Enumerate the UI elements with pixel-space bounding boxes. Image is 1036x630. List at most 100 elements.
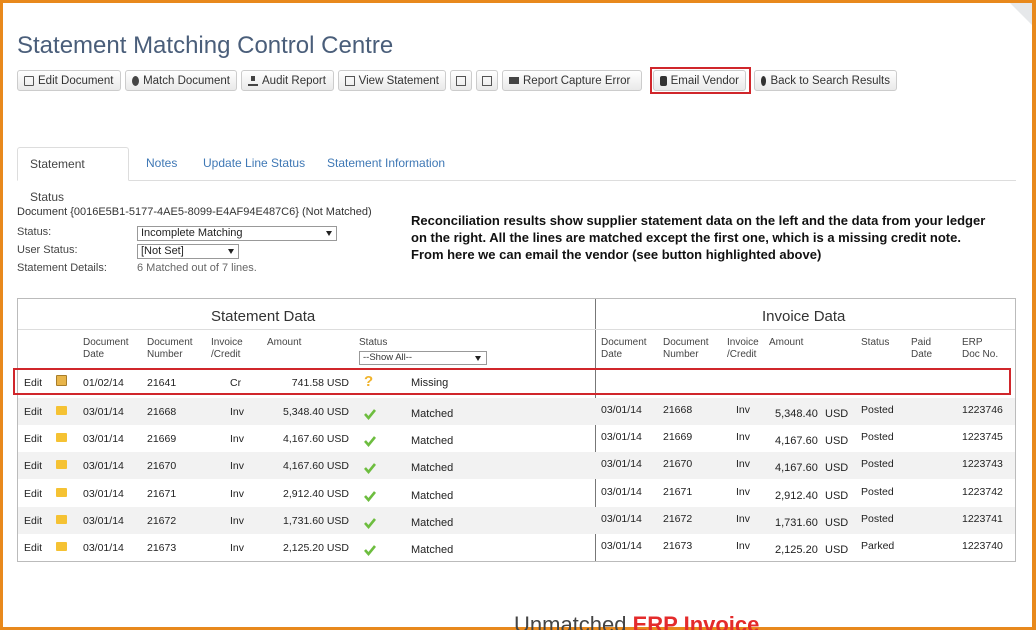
download-icon	[248, 75, 258, 86]
folder-icon[interactable]	[56, 433, 67, 442]
check-icon	[364, 518, 376, 529]
inv-inv-credit: Inv	[736, 431, 751, 443]
tab-statement-information[interactable]: Statement Information	[315, 147, 457, 181]
user-status-label: User Status:	[17, 244, 78, 256]
edit-document-button[interactable]: Edit Document	[17, 70, 121, 91]
status-text: Matched	[411, 462, 454, 474]
inv-amount: 2,125.20	[775, 544, 818, 556]
footer-caption-part1: Unmatched	[514, 612, 633, 630]
inv-inv-credit: Inv	[736, 513, 751, 525]
doc-date: 03/01/14	[83, 460, 124, 472]
user-status-select[interactable]: [Not Set]	[137, 244, 239, 259]
report-capture-error-button[interactable]: Report Capture Error	[502, 70, 642, 91]
inv-header-doc-number-line2: Number	[663, 349, 699, 360]
doc-date: 03/01/14	[83, 542, 124, 554]
inv-header-status: Status	[861, 337, 890, 348]
inv-header-inv-credit-line1: Invoice	[727, 337, 759, 348]
doc-number: 21670	[147, 460, 177, 472]
edit-link[interactable]: Edit	[24, 433, 42, 445]
status-label: Status:	[17, 226, 52, 238]
match-document-button[interactable]: Match Document	[125, 70, 237, 91]
edit-link[interactable]: Edit	[24, 515, 42, 527]
status-text: Matched	[411, 435, 454, 447]
back-to-search-label: Back to Search Results	[770, 74, 890, 87]
back-to-search-button[interactable]: Back to Search Results	[754, 70, 897, 91]
inv-amount: 5,348.40	[775, 408, 818, 420]
header-inv-credit-line1: Invoice	[211, 337, 243, 348]
doc-date: 03/01/14	[83, 406, 124, 418]
folder-icon[interactable]	[56, 515, 67, 524]
inv-header-paid-date-line1: Paid	[911, 337, 932, 348]
inv-currency: USD	[825, 517, 849, 529]
header-doc-number-line2: Number	[147, 349, 183, 360]
tab-notes[interactable]: Notes	[134, 147, 189, 181]
edit-document-label: Edit Document	[38, 74, 114, 87]
matching-table: Statement Data Invoice Data Document Date…	[17, 298, 1016, 562]
inv-currency: USD	[825, 462, 849, 474]
status-filter-select[interactable]: --Show All--	[359, 351, 487, 365]
inv-amount: 4,167.60	[775, 435, 818, 447]
audit-report-button[interactable]: Audit Report	[241, 70, 334, 91]
doc-date: 03/01/14	[83, 433, 124, 445]
inv-currency: USD	[825, 435, 849, 447]
inv-header-paid-date-line2: Date	[911, 349, 933, 360]
folder-icon[interactable]	[56, 488, 67, 497]
erp-doc-no: 1223743	[962, 458, 1003, 470]
pdf-button[interactable]	[476, 70, 498, 91]
export-button[interactable]	[450, 70, 472, 91]
footer-caption-part2: ERP Invoice	[632, 612, 760, 630]
edit-link[interactable]: Edit	[24, 542, 42, 554]
inv-status: Posted	[861, 404, 894, 416]
check-icon	[364, 409, 376, 420]
page-title: Statement Matching Control Centre	[17, 32, 394, 59]
folder-icon[interactable]	[56, 406, 67, 415]
statement-data-title: Statement Data	[211, 308, 316, 325]
erp-doc-no: 1223742	[962, 486, 1003, 498]
inv-doc-number: 21672	[663, 513, 693, 525]
inv-header-erp: ERP Doc No.	[962, 337, 998, 361]
edit-link[interactable]: Edit	[24, 406, 42, 418]
doc-date: 03/01/14	[83, 488, 124, 500]
folder-icon[interactable]	[56, 460, 67, 469]
erp-doc-no: 1223745	[962, 431, 1003, 443]
tab-update-line-status[interactable]: Update Line Status	[191, 147, 317, 181]
check-icon	[364, 436, 376, 447]
inv-header-doc-date: Document Date	[601, 337, 647, 361]
footer-caption: Unmatched ERP Invoice	[514, 612, 759, 630]
tab-statement-status[interactable]: Statement Status	[17, 147, 129, 204]
inv-credit: Inv	[230, 433, 245, 445]
inv-amount: 2,912.40	[775, 490, 818, 502]
inv-doc-number: 21673	[663, 540, 693, 552]
back-arrow-icon	[761, 75, 767, 86]
status-select[interactable]: Incomplete Matching	[137, 226, 337, 241]
inv-doc-date: 03/01/14	[601, 431, 642, 443]
amount: 1,731.60 USD	[283, 515, 349, 527]
folder-icon[interactable]	[56, 542, 67, 551]
inv-header-amount: Amount	[769, 337, 804, 348]
mail-icon	[509, 77, 519, 84]
edit-link[interactable]: Edit	[24, 488, 42, 500]
doc-number: 21668	[147, 406, 177, 418]
table-row: Edit 03/01/14 21673 Inv 2,125.20 USD Matched 0…	[18, 534, 1015, 561]
amount: 2,912.40 USD	[283, 488, 349, 500]
header-doc-date-line1: Document	[83, 337, 129, 348]
inv-inv-credit: Inv	[736, 404, 751, 416]
inv-amount: 4,167.60	[775, 462, 818, 474]
inv-header-doc-number: Document Number	[663, 337, 709, 361]
doc-number: 21672	[147, 515, 177, 527]
inv-doc-number: 21671	[663, 486, 693, 498]
annotation-text: Reconciliation results show supplier sta…	[411, 213, 986, 262]
inv-status: Posted	[861, 513, 894, 525]
view-statement-button[interactable]: View Statement	[338, 70, 446, 91]
document-icon	[345, 75, 355, 86]
table-row: Edit 03/01/14 21671 Inv 2,912.40 USD Matched 0…	[18, 480, 1015, 507]
inv-header-erp-line2: Doc No.	[962, 349, 999, 360]
match-document-label: Match Document	[143, 74, 230, 87]
inv-inv-credit: Inv	[736, 540, 751, 552]
edit-icon	[24, 75, 34, 86]
inv-currency: USD	[825, 490, 849, 502]
table-row: Edit 03/01/14 21670 Inv 4,167.60 USD Matched 0…	[18, 452, 1015, 479]
inv-doc-date: 03/01/14	[601, 486, 642, 498]
amount: 4,167.60 USD	[283, 433, 349, 445]
edit-link[interactable]: Edit	[24, 460, 42, 472]
